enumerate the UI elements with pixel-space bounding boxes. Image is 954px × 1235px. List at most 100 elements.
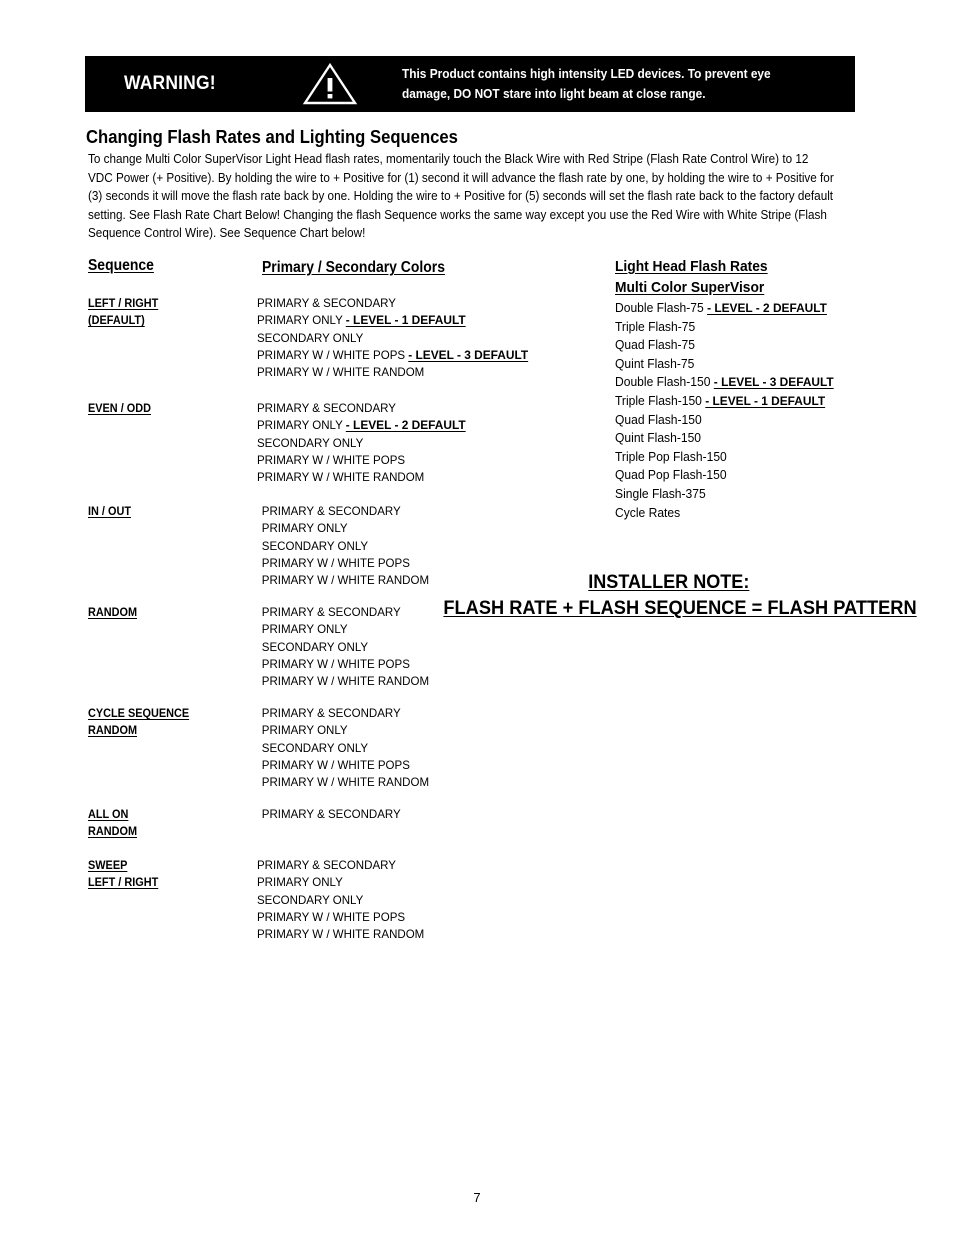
sequence-label-line: RANDOM	[88, 606, 138, 619]
installer-note: INSTALLER NOTE: FLASH RATE + FLASH SEQUE…	[434, 570, 917, 622]
flash-rate-item: Double Flash-75 - LEVEL - 2 DEFAULT	[615, 299, 922, 318]
sequence-label-line: RANDOM	[88, 825, 138, 839]
warning-triangle-icon	[302, 62, 358, 106]
sequence-row-label: LEFT / RIGHT (DEFAULT)	[88, 295, 253, 330]
sequence-option-text: PRIMARY & SECONDARY	[261, 807, 401, 821]
sequence-option-text: SECONDARY ONLY	[261, 538, 369, 553]
sequence-label-line: CYCLE SEQUENCE	[88, 707, 190, 720]
flash-rate-text: Cycle Rates	[615, 505, 681, 520]
sequence-option: PRIMARY ONLY - LEVEL - 1 DEFAULT	[257, 312, 546, 329]
sequence-option-text: PRIMARY & SECONDARY	[261, 706, 401, 720]
sequence-option-text: PRIMARY ONLY	[261, 622, 348, 637]
sequence-option: PRIMARY W / WHITE POPS	[257, 909, 546, 926]
sequence-option: PRIMARY W / WHITE RANDOM	[257, 774, 546, 791]
sequence-option: PRIMARY & SECONDARY	[257, 806, 546, 823]
level-default-badge: - LEVEL - 1 DEFAULT	[705, 393, 826, 408]
warning-label: WARNING!	[124, 73, 216, 94]
sequence-option-text: PRIMARY W / WHITE POPS	[261, 757, 410, 772]
flash-rate-item: Quint Flash-75	[615, 355, 922, 374]
sequence-row: SWEEP LEFT / RIGHT PRIMARY & SECONDARY PRIM…	[88, 857, 558, 943]
sequence-option: SECONDARY ONLY	[257, 435, 546, 452]
sequence-option-text: PRIMARY & SECONDARY	[261, 605, 401, 619]
sequence-option: PRIMARY W / WHITE POPS	[257, 452, 546, 469]
page-title: Changing Flash Rates and Lighting Sequen…	[86, 126, 458, 147]
sequence-option: PRIMARY W / WHITE RANDOM	[257, 364, 546, 381]
flash-rate-item: Double Flash-150 - LEVEL - 3 DEFAULT	[615, 373, 922, 392]
sequence-option-text: SECONDARY ONLY	[257, 435, 364, 450]
level-default-badge: - LEVEL - 1 DEFAULT	[345, 313, 466, 328]
sequence-label-line: (DEFAULT)	[88, 314, 145, 328]
flash-rate-text: Quint Flash-75	[615, 356, 695, 371]
sequence-row: CYCLE SEQUENCE RANDOM PRIMARY & SECONDARY P…	[88, 705, 558, 791]
column-header-sequence: Sequence	[88, 257, 154, 274]
flash-rate-item: Triple Flash-75	[615, 318, 922, 337]
sequence-option-text: PRIMARY W / WHITE POPS	[257, 347, 409, 362]
flash-rate-text: Triple Flash-150	[615, 393, 706, 408]
sequence-option: PRIMARY ONLY	[257, 722, 546, 739]
flash-rates-heading-line: Light Head Flash Rates	[615, 258, 768, 275]
flash-rates-panel: Light Head Flash Rates Multi Color SuperV…	[615, 256, 935, 522]
flash-rate-text: Quad Pop Flash-150	[615, 468, 727, 483]
sequence-label-line: LEFT / RIGHT	[88, 297, 159, 310]
warning-message: This Product contains high intensity LED…	[401, 67, 771, 101]
sequence-option-text: PRIMARY ONLY	[257, 875, 343, 890]
sequence-option-text: PRIMARY & SECONDARY	[257, 296, 396, 310]
sequence-option-text: PRIMARY W / WHITE RANDOM	[257, 470, 425, 485]
sequence-label-line: SWEEP	[88, 859, 128, 872]
flash-rate-text: Quad Flash-75	[615, 338, 695, 353]
level-default-badge: - LEVEL - 2 DEFAULT	[345, 418, 466, 433]
sequence-option: PRIMARY W / WHITE RANDOM	[257, 926, 546, 943]
sequence-option-text: SECONDARY ONLY	[261, 740, 369, 755]
sequence-option: PRIMARY W / WHITE POPS	[257, 656, 546, 673]
flash-rate-text: Quint Flash-150	[615, 431, 702, 446]
flash-rate-item: Cycle Rates	[615, 504, 922, 523]
sequence-options: PRIMARY & SECONDARY PRIMARY ONLY - LEVEL …	[257, 400, 558, 486]
sequence-options: PRIMARY & SECONDARY PRIMARY ONLY - LEVEL …	[257, 295, 558, 381]
sequence-option: PRIMARY ONLY	[257, 621, 546, 638]
sequence-label-line: ALL ON	[88, 808, 129, 821]
sequence-row: LEFT / RIGHT (DEFAULT) PRIMARY & SECONDARY…	[88, 295, 558, 381]
intro-paragraph: To change Multi Color SuperVisor Light H…	[88, 152, 834, 241]
flash-rate-item: Triple Pop Flash-150	[615, 448, 922, 467]
sequence-option: PRIMARY & SECONDARY	[257, 705, 546, 722]
sequence-row-label: EVEN / ODD	[88, 400, 253, 417]
sequence-option: PRIMARY W / WHITE RANDOM	[257, 469, 546, 486]
sequence-row-label: IN / OUT	[88, 503, 253, 520]
flash-rate-text: Quad Flash-150	[615, 412, 702, 427]
sequence-option-text: PRIMARY ONLY	[257, 313, 346, 328]
page-number: 7	[473, 1190, 481, 1205]
sequence-option-text: PRIMARY W / WHITE RANDOM	[261, 573, 430, 588]
installer-note-title: INSTALLER NOTE:	[588, 572, 750, 593]
sequence-label-line: RANDOM	[88, 724, 138, 738]
flash-rate-item: Quad Pop Flash-150	[615, 466, 922, 485]
sequence-options: PRIMARY & SECONDARY PRIMARY ONLY SECONDARY…	[257, 705, 558, 791]
sequence-option-text: PRIMARY W / WHITE RANDOM	[257, 927, 425, 942]
sequence-option-text: PRIMARY & SECONDARY	[257, 401, 396, 415]
sequence-option-text: PRIMARY W / WHITE POPS	[257, 452, 406, 467]
sequence-option: SECONDARY ONLY	[257, 892, 546, 909]
installer-note-formula: FLASH RATE + FLASH SEQUENCE = FLASH PATT…	[443, 598, 917, 619]
column-header-colors: Primary / Secondary Colors	[262, 259, 445, 276]
sequence-label-line: LEFT / RIGHT	[88, 876, 159, 890]
sequence-option-text: PRIMARY W / WHITE POPS	[261, 555, 410, 570]
warning-banner: WARNING! This Product contains high inte…	[85, 56, 855, 112]
sequence-option: PRIMARY W / WHITE RANDOM	[257, 673, 546, 690]
sequence-option-text: PRIMARY ONLY	[261, 723, 348, 738]
flash-rate-text: Single Flash-375	[615, 486, 706, 501]
sequence-option: PRIMARY & SECONDARY	[257, 295, 546, 312]
sequence-option-text: PRIMARY W / WHITE RANDOM	[257, 365, 425, 380]
level-default-badge: - LEVEL - 3 DEFAULT	[713, 375, 834, 390]
sequence-option-text: PRIMARY W / WHITE RANDOM	[261, 674, 430, 689]
sequence-option-text: PRIMARY & SECONDARY	[261, 504, 401, 518]
level-default-badge: - LEVEL - 2 DEFAULT	[707, 301, 827, 315]
sequence-option-text: SECONDARY ONLY	[257, 330, 364, 345]
flash-rate-item: Triple Flash-150 - LEVEL - 1 DEFAULT	[615, 392, 922, 411]
sequence-label-line: EVEN / ODD	[88, 402, 151, 415]
sequence-option: PRIMARY W / WHITE POPS - LEVEL - 3 DEFAU…	[257, 347, 546, 364]
flash-rate-item: Quad Flash-75	[615, 336, 922, 355]
sequence-option: SECONDARY ONLY	[257, 740, 546, 757]
sequence-option: PRIMARY & SECONDARY	[257, 400, 546, 417]
sequence-row-label: ALL ON RANDOM	[88, 806, 253, 841]
sequence-option: SECONDARY ONLY	[257, 538, 546, 555]
sequence-option: PRIMARY & SECONDARY	[257, 503, 546, 520]
